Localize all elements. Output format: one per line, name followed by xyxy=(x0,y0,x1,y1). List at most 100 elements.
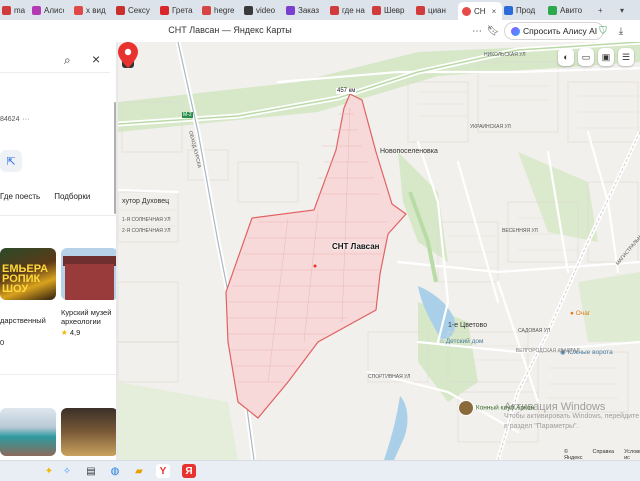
map-view[interactable]: ◂ 457 км Новопоселеновка хутор Духовец 1… xyxy=(118,42,640,460)
tab-favicon-icon xyxy=(160,5,169,15)
poi-detsky-dom[interactable]: ⌂ Детский дом xyxy=(440,338,484,345)
star-icon: ★ xyxy=(61,328,68,337)
tab-where-to-eat[interactable]: Где поесть xyxy=(0,192,40,201)
browser-tab[interactable]: Шевр xyxy=(372,2,412,18)
browser-tab[interactable]: циан xyxy=(416,2,454,18)
share-icon: ⇱ xyxy=(6,155,16,168)
browser-tab[interactable]: Грета xyxy=(160,2,200,18)
tab-favicon-icon xyxy=(416,5,425,15)
browser-tab[interactable]: video xyxy=(244,2,284,18)
map-controls: ◐ ▭ ▣ ☰ xyxy=(558,48,634,66)
place-card-image[interactable] xyxy=(0,408,56,456)
divider xyxy=(0,215,118,216)
browser-tab[interactable]: Авито xyxy=(548,2,592,18)
browser-tab[interactable]: Заказ xyxy=(286,2,326,18)
tab-favicon-icon xyxy=(74,5,83,15)
edge-icon[interactable]: ◍ xyxy=(108,464,122,478)
tab-favicon-icon xyxy=(244,5,253,15)
street-label: СПОРТИВНАЯ УЛ xyxy=(368,374,411,380)
street-label: НИКОЛЬСКАЯ УЛ xyxy=(484,52,526,58)
map-label-novoposelenovka[interactable]: Новопоселеновка xyxy=(380,148,438,155)
windows-activation-watermark: Активация Windows Чтобы активировать Win… xyxy=(504,401,640,431)
event-card-caption: дарственный xyxy=(0,316,46,325)
museum-card-image[interactable] xyxy=(61,248,118,300)
tab-favicon-icon xyxy=(504,5,513,15)
browser-tab[interactable]: х вид xyxy=(74,2,108,18)
alice-icon xyxy=(511,26,520,36)
panel-tabs: Где поесть Подборки xyxy=(0,192,90,201)
museum-card-title[interactable]: Курский музей археологии xyxy=(61,308,117,326)
more-options-icon[interactable]: ··· xyxy=(22,116,29,123)
window-title: СНТ Лавсан — Яндекс Карты xyxy=(168,25,292,35)
tab-favicon-icon xyxy=(286,5,295,15)
browser-tab[interactable]: hegre xyxy=(202,2,242,18)
transport-icon[interactable]: ▭ xyxy=(578,48,594,66)
tab-favicon-icon xyxy=(462,6,471,16)
task-view-icon[interactable]: ▤ xyxy=(84,464,98,478)
map-attribution: © Яндекс Справка Условия ис xyxy=(564,449,640,460)
map-pin-icon[interactable] xyxy=(118,42,138,68)
file-explorer-icon[interactable]: ▰ xyxy=(132,464,146,478)
event-card-rating: 0 xyxy=(0,338,5,347)
sparkle-small-icon[interactable]: ✧ xyxy=(60,464,74,478)
map-label-quarter: БЕЛГОРОДСКАЯ КВАРТАЛ xyxy=(516,348,580,354)
yandex-browser-icon[interactable]: Y xyxy=(156,464,170,478)
poster-text: ЕМЬЕРА РОПИК ШОУ xyxy=(2,263,49,295)
tab-favicon-icon xyxy=(202,5,211,15)
house-icon: ⌂ xyxy=(440,338,444,345)
ask-alice-button[interactable]: Спросить Алису AI xyxy=(504,22,605,40)
tab-favicon-icon xyxy=(330,5,339,15)
yandex-app-icon[interactable]: Я xyxy=(182,464,196,478)
camera-icon[interactable]: ▣ xyxy=(598,48,614,66)
divider xyxy=(0,374,118,375)
poi-ochag[interactable]: ● Очаг xyxy=(570,310,590,317)
street-label: 2-Я СОЛНЕЧНАЯ УЛ xyxy=(122,228,171,234)
shield-icon[interactable]: ⛉ xyxy=(596,24,610,38)
street-label: 1-Я СОЛНЕЧНАЯ УЛ xyxy=(122,217,171,223)
close-icon[interactable]: × xyxy=(92,51,100,67)
tab-favicon-icon xyxy=(32,5,41,15)
windows-taskbar: ✦ ✧ ▤ ◍ ▰ Y Я xyxy=(0,460,640,481)
bookmark-icon[interactable]: 🔖︎ xyxy=(486,24,500,38)
map-label-tsvetovo[interactable]: 1-е Цветово xyxy=(448,322,487,329)
cafe-icon: ● xyxy=(570,310,574,317)
window-menu-icon[interactable]: ▾ xyxy=(620,2,634,18)
browser-tab[interactable]: Прод xyxy=(504,2,544,18)
menu-icon[interactable]: ☰ xyxy=(618,48,634,66)
museum-card-rating: ★ 4,9 xyxy=(61,328,81,337)
map-label-khutor[interactable]: хутор Духовец xyxy=(122,198,169,205)
coordinates-text: 84624 ··· xyxy=(0,116,30,123)
tab-favicon-icon xyxy=(372,5,381,15)
street-label: САДОВАЯ УЛ xyxy=(518,328,551,334)
place-name-label[interactable]: СНТ Лавсан xyxy=(332,242,379,251)
place-card-image[interactable] xyxy=(61,408,118,456)
horse-club-icon xyxy=(458,400,474,416)
browser-tab[interactable]: где на xyxy=(330,2,368,18)
map-canvas xyxy=(118,42,640,460)
tab-collections[interactable]: Подборки xyxy=(54,192,90,201)
browser-tab-strip: ma Алисо х вид Сексу Грета hegre video З… xyxy=(0,0,640,20)
download-icon[interactable]: ⤓ xyxy=(614,24,628,38)
street-label: УКРАИНСКАЯ УЛ xyxy=(470,124,511,130)
search-bar[interactable]: ⌕ × xyxy=(0,48,110,73)
browser-tab[interactable]: ma xyxy=(2,2,30,18)
layers-icon[interactable]: ◐ xyxy=(558,48,574,66)
event-card-image[interactable]: ЕМЬЕРА РОПИК ШОУ xyxy=(0,248,56,300)
sparkle-icon[interactable]: ✦ xyxy=(42,464,56,478)
browser-title-bar: СНТ Лавсан — Яндекс Карты ⋯ 🔖︎ Спросить … xyxy=(0,20,640,43)
browser-tab-active[interactable]: СН × xyxy=(458,2,502,20)
search-icon[interactable]: ⌕ xyxy=(64,53,71,68)
share-button[interactable]: ⇱ xyxy=(0,150,22,172)
street-label: ВЕСЕННЯЯ УЛ xyxy=(502,228,538,234)
road-sign-m2: М-2 xyxy=(182,112,193,118)
km-marker-label: 457 км xyxy=(336,88,357,94)
close-tab-icon[interactable]: × xyxy=(492,7,497,16)
more-icon[interactable]: ⋯ xyxy=(470,24,484,38)
new-tab-button[interactable]: + xyxy=(598,2,610,18)
browser-tab[interactable]: Алисо xyxy=(32,2,64,18)
tab-favicon-icon xyxy=(548,5,557,15)
tab-favicon-icon xyxy=(116,5,125,15)
tab-favicon-icon xyxy=(2,5,11,15)
browser-tab[interactable]: Сексу xyxy=(116,2,156,18)
place-panel: ⌕ × 84624 ··· ⇱ Где поесть Подборки ЕМЬЕР… xyxy=(0,42,118,460)
